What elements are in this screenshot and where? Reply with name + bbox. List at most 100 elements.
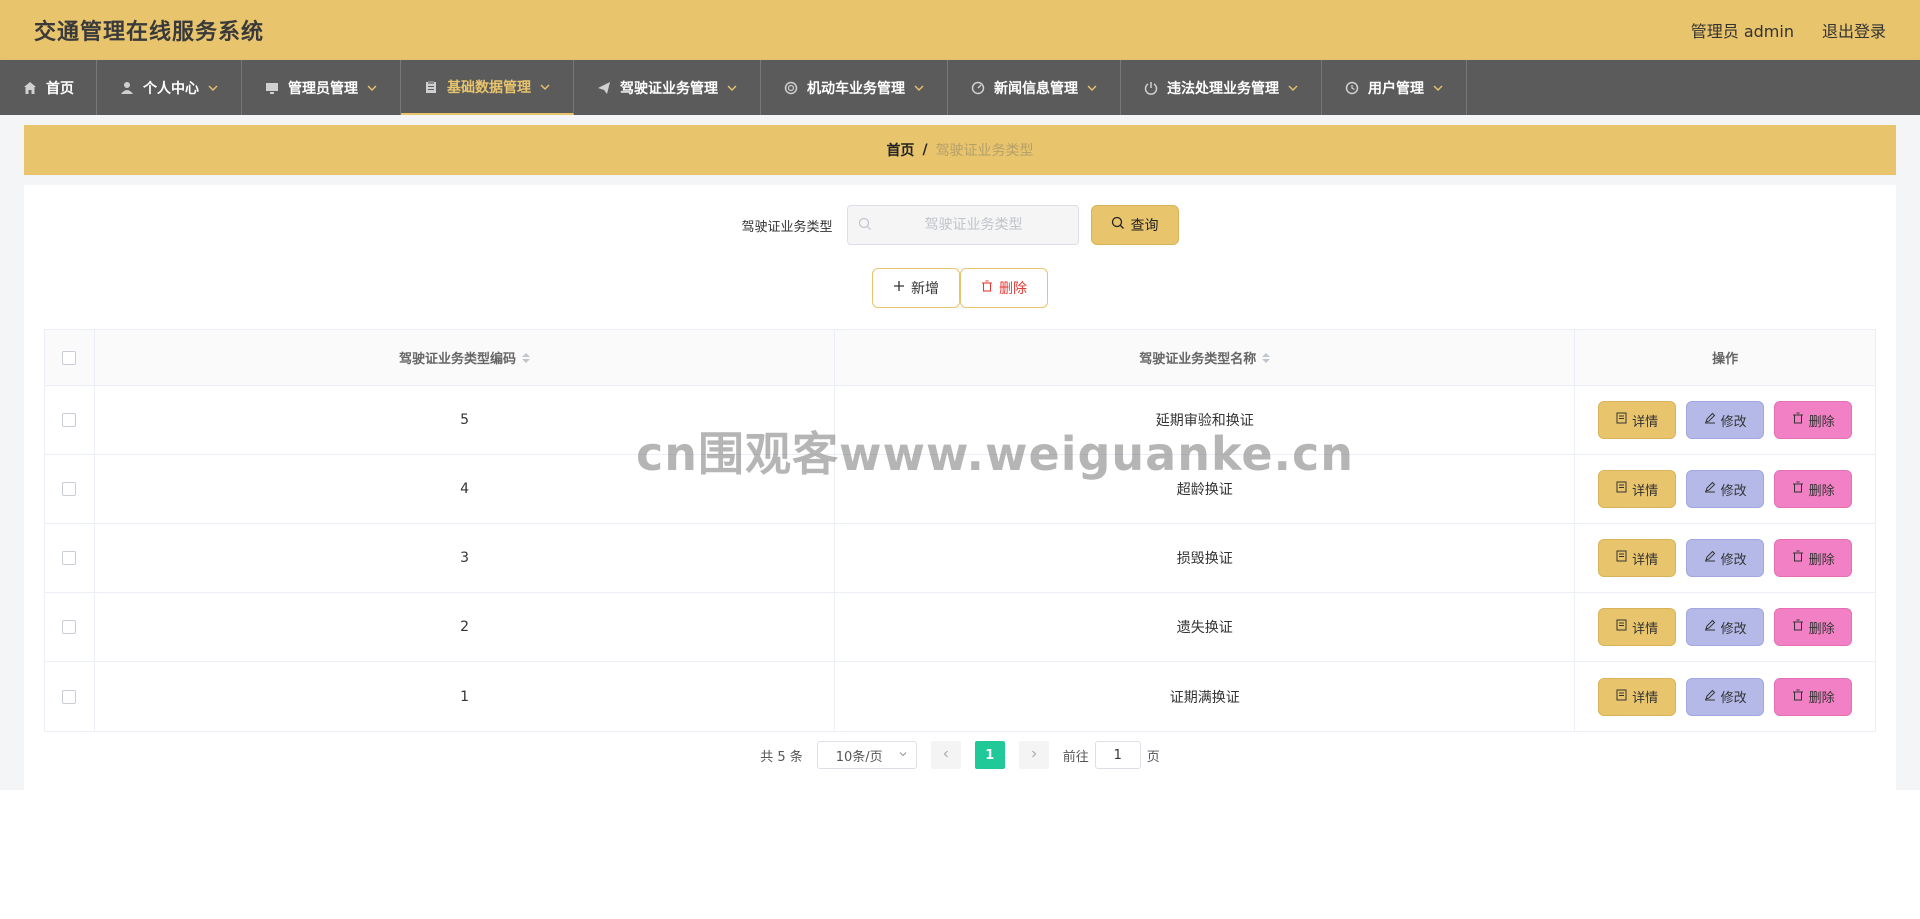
edit-button[interactable]: 修改 [1686, 677, 1765, 716]
delete-button[interactable]: 删除 [1774, 470, 1853, 508]
edit-button[interactable]: 修改 [1686, 608, 1765, 646]
document-icon [1616, 550, 1627, 566]
cell-code: 5 [95, 386, 836, 454]
chevron-left-icon [941, 748, 951, 763]
detail-label: 详情 [1632, 414, 1659, 430]
nav-item-users[interactable]: 用户管理 [1322, 60, 1467, 115]
edit-button[interactable]: 修改 [1686, 539, 1765, 577]
delete-button[interactable]: 删除 [1774, 608, 1853, 646]
row-select-cell [45, 455, 95, 523]
trash-icon [981, 280, 993, 296]
header-user-area: 管理员 admin 退出登录 [1691, 18, 1886, 42]
nav-item-vehicle[interactable]: 机动车业务管理 [761, 60, 948, 115]
breadcrumb-home[interactable]: 首页 [886, 140, 914, 160]
table-header-row: 驾驶证业务类型编码 驾驶证业务类型名称 操作 [45, 330, 1875, 386]
nav-label: 首页 [46, 80, 74, 97]
nav-item-news[interactable]: 新闻信息管理 [948, 60, 1121, 115]
batch-delete-button[interactable]: 删除 [960, 268, 1048, 308]
delete-button[interactable]: 删除 [1774, 539, 1853, 577]
column-header-label: 驾驶证业务类型编码 [399, 352, 517, 367]
clipboard-icon [423, 79, 439, 95]
nav-item-home[interactable]: 首页 [0, 60, 97, 115]
detail-button[interactable]: 详情 [1598, 677, 1677, 716]
cell-name: 超龄换证 [835, 455, 1576, 523]
nav-label: 个人中心 [143, 80, 199, 97]
pencil-icon [1704, 550, 1716, 566]
add-button[interactable]: 新增 [872, 268, 960, 308]
nav-item-base-data[interactable]: 基础数据管理 [401, 60, 574, 115]
search-icon [858, 216, 872, 235]
cell-code: 1 [95, 662, 836, 731]
trash-icon [1792, 412, 1804, 428]
delete-label: 删除 [1808, 483, 1835, 499]
sort-icon[interactable] [1262, 352, 1271, 363]
detail-button[interactable]: 详情 [1598, 470, 1677, 508]
chevron-down-icon [1287, 82, 1299, 94]
page-number-current[interactable]: 1 [974, 741, 1005, 769]
query-button[interactable]: 查询 [1090, 205, 1179, 245]
goto-page-input[interactable] [1094, 741, 1141, 769]
next-page-button[interactable] [1018, 741, 1049, 769]
column-header-code[interactable]: 驾驶证业务类型编码 [95, 330, 836, 385]
nav-item-violation[interactable]: 违法处理业务管理 [1121, 60, 1322, 115]
breadcrumb-separator: / [922, 142, 928, 158]
row-checkbox[interactable] [62, 551, 77, 565]
select-all-checkbox[interactable] [62, 350, 77, 365]
prev-page-button[interactable] [930, 741, 961, 769]
row-checkbox[interactable] [62, 620, 77, 634]
detail-button[interactable]: 详情 [1598, 539, 1677, 577]
cell-code: 3 [95, 524, 836, 592]
chevron-right-icon [1029, 748, 1039, 763]
delete-label: 删除 [1808, 621, 1835, 637]
total-count: 共 5 条 [760, 749, 803, 765]
gauge-icon [970, 80, 986, 96]
search-input[interactable] [879, 217, 1068, 233]
detail-button[interactable]: 详情 [1598, 401, 1677, 439]
search-field[interactable] [846, 205, 1079, 245]
edit-label: 修改 [1720, 483, 1747, 499]
detail-label: 详情 [1632, 483, 1659, 499]
nav-label: 基础数据管理 [447, 79, 531, 96]
row-checkbox[interactable] [62, 689, 77, 704]
cell-actions: 详情 修改 删除 [1575, 455, 1875, 523]
row-checkbox[interactable] [62, 413, 77, 427]
admin-label[interactable]: 管理员 admin [1691, 18, 1794, 42]
pencil-icon [1704, 412, 1716, 428]
edit-label: 修改 [1720, 691, 1747, 706]
breadcrumb: 首页 / 驾驶证业务类型 [24, 125, 1896, 175]
pagination: 共 5 条 10条/页 1 前往 页 [24, 741, 1896, 769]
page-size-value: 10条/页 [835, 749, 883, 765]
edit-button[interactable]: 修改 [1686, 470, 1765, 508]
table-row: 3 损毁换证 详情 修改 删除 [45, 524, 1875, 593]
breadcrumb-current: 驾驶证业务类型 [935, 143, 1034, 159]
content-panel: 驾驶证业务类型 查询 新增 删除 驾 [24, 185, 1896, 790]
column-header-name[interactable]: 驾驶证业务类型名称 [835, 330, 1576, 385]
add-button-label: 新增 [911, 281, 939, 297]
table-row: 1 证期满换证 详情 修改 删除 [45, 662, 1875, 731]
page-size-select[interactable]: 10条/页 [816, 741, 917, 769]
sort-icon[interactable] [522, 352, 531, 363]
detail-button[interactable]: 详情 [1598, 608, 1677, 646]
goto-page: 前往 页 [1063, 741, 1160, 769]
delete-button[interactable]: 删除 [1774, 677, 1853, 716]
column-header-label: 驾驶证业务类型名称 [1139, 352, 1257, 367]
nav-item-license[interactable]: 驾驶证业务管理 [574, 60, 761, 115]
power-icon [1143, 80, 1159, 96]
edit-label: 修改 [1720, 414, 1747, 430]
delete-button[interactable]: 删除 [1774, 401, 1853, 439]
chevron-down-icon [1086, 82, 1098, 94]
edit-button[interactable]: 修改 [1686, 401, 1765, 439]
cell-code: 4 [95, 455, 836, 523]
paper-plane-icon [596, 80, 612, 96]
detail-label: 详情 [1632, 691, 1659, 706]
nav-item-profile[interactable]: 个人中心 [97, 60, 242, 115]
row-checkbox[interactable] [62, 482, 77, 496]
nav-label: 用户管理 [1368, 80, 1424, 97]
delete-label: 删除 [1808, 552, 1835, 568]
search-label: 驾驶证业务类型 [741, 219, 833, 235]
logout-link[interactable]: 退出登录 [1822, 18, 1886, 42]
nav-item-admin[interactable]: 管理员管理 [242, 60, 401, 115]
app-header: 交通管理在线服务系统 管理员 admin 退出登录 [0, 0, 1920, 60]
document-icon [1616, 412, 1627, 428]
edit-label: 修改 [1720, 552, 1747, 568]
